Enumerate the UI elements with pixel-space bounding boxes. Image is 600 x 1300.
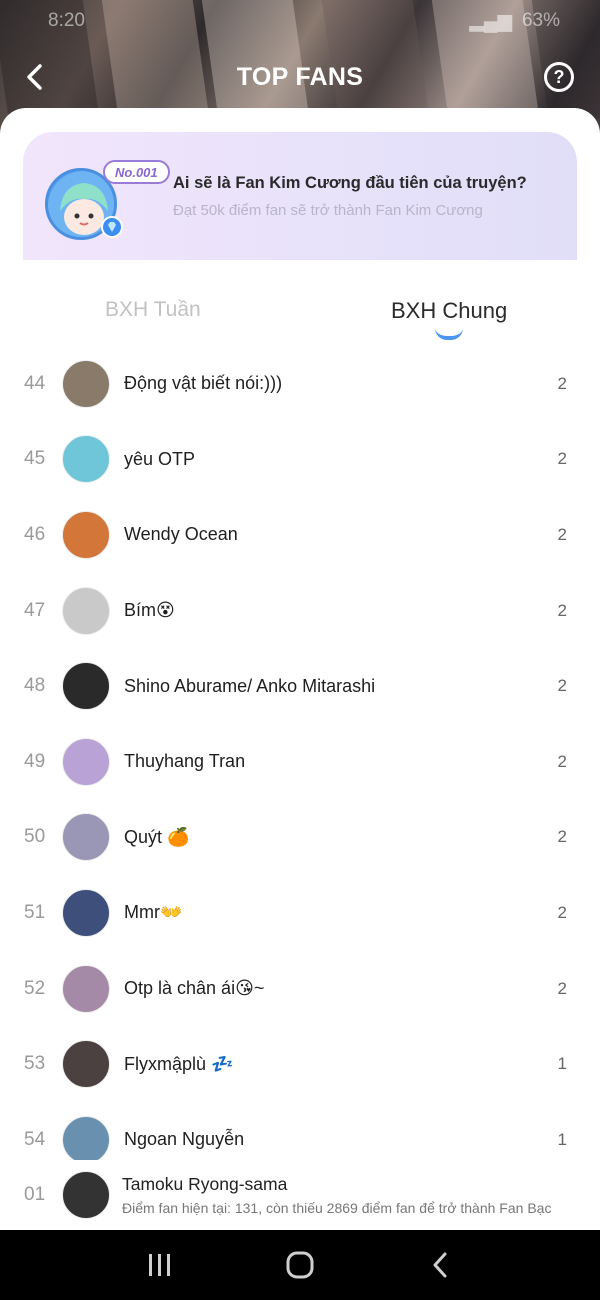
fan-rank: 52 [24,977,46,999]
content-sheet: No.001 Ai sẽ là Fan Kim Cương đầu tiên c… [0,108,600,1230]
diamond-icon [101,216,123,238]
tab-overall[interactable]: BXH Chung [391,298,507,324]
help-icon[interactable]: ? [544,62,574,92]
avatar[interactable] [62,359,110,408]
fan-score: 2 [557,751,567,771]
banner-subtitle: Đạt 50k điểm fan sẽ trở thành Fan Kim Cư… [173,202,483,219]
avatar[interactable] [62,888,110,937]
fan-name: Otp là chân ái😘~ [124,978,265,999]
fan-rank: 53 [24,1053,46,1075]
fan-name: Mmr👐 [124,902,183,923]
rank-badge: No.001 [103,160,170,184]
fan-name: Động vật biết nói:))) [124,373,283,394]
diamond-fan-banner: No.001 Ai sẽ là Fan Kim Cương đầu tiên c… [23,132,577,260]
avatar[interactable] [62,510,110,559]
back-arrow-icon[interactable] [18,60,52,94]
list-item[interactable]: 46 Wendy Ocean 2 [0,497,600,573]
signal-icon: ▂▄▆ [469,10,512,32]
fan-name: Quýt 🍊 [124,826,190,847]
ranking-tabs: BXH Tuần BXH Chung [0,290,600,350]
list-item[interactable]: 45 yêu OTP 2 [0,422,600,498]
fan-rank: 50 [24,826,46,848]
list-item[interactable]: 51 Mmr👐 2 [0,875,600,951]
my-info: Tamoku Ryong-sama Điểm fan hiện tại: 131… [122,1174,551,1216]
fan-rank: 51 [24,901,46,923]
list-item[interactable]: 47 Bím😵 2 [0,573,600,649]
fan-rank: 46 [24,523,46,545]
fan-score: 2 [557,902,567,922]
list-item[interactable]: 50 Quýt 🍊 2 [0,800,600,876]
status-time: 8:20 [48,10,85,31]
fan-name: Thuyhang Tran [124,751,246,772]
tab-weekly[interactable]: BXH Tuần [105,298,201,322]
fan-score: 1 [557,1129,567,1149]
list-item[interactable]: 44 Động vật biết nói:))) 2 [0,346,600,422]
avatar[interactable] [62,1040,110,1089]
fan-score: 2 [557,978,567,998]
avatar[interactable] [62,435,110,484]
my-rank-row[interactable]: 01 Tamoku Ryong-sama Điểm fan hiện tại: … [0,1160,600,1230]
fan-name: Wendy Ocean [124,524,238,545]
system-nav-bar [0,1230,600,1300]
avatar[interactable] [62,1171,110,1219]
fan-name: Shino Aburame/ Anko Mitarashi [124,675,376,696]
fan-score: 2 [557,524,567,544]
fan-score: 1 [557,1054,567,1074]
page-title: TOP FANS [236,62,364,91]
banner-title: Ai sẽ là Fan Kim Cương đầu tiên của truy… [173,174,527,192]
my-progress-text: Điểm fan hiện tại: 131, còn thiếu 2869 đ… [122,1200,552,1216]
status-bar: 8:20 ▂▄▆ 63% [0,6,600,36]
fan-name: Bím😵 [124,600,175,621]
fan-rank: 54 [24,1128,46,1150]
home-icon[interactable] [270,1240,330,1290]
list-item[interactable]: 52 Otp là chân ái😘~ 2 [0,951,600,1027]
fan-name: yêu OTP [124,448,196,469]
fan-name: Flyxmậplù 💤 [124,1053,234,1074]
list-item[interactable]: 48 Shino Aburame/ Anko Mitarashi 2 [0,648,600,724]
avatar[interactable] [62,964,110,1013]
fan-rank: 48 [24,675,46,697]
back-nav-icon[interactable] [410,1240,470,1290]
list-item[interactable]: 49 Thuyhang Tran 2 [0,724,600,800]
tab-active-indicator [435,328,463,340]
fan-rank: 49 [24,750,46,772]
my-rank: 01 [24,1184,46,1205]
avatar[interactable] [62,737,110,786]
fan-rank: 44 [24,372,46,394]
top-nav: TOP FANS ? [0,52,600,102]
my-name: Tamoku Ryong-sama [122,1174,288,1194]
avatar[interactable] [62,813,110,862]
recents-icon[interactable] [130,1240,190,1290]
list-item[interactable]: 53 Flyxmậplù 💤 1 [0,1026,600,1102]
fan-score: 2 [557,827,567,847]
fan-score: 2 [557,373,567,393]
fan-score: 2 [557,600,567,620]
avatar[interactable] [62,586,110,635]
fan-score: 2 [557,676,567,696]
fan-list[interactable]: 44 Động vật biết nói:))) 2 45 yêu OTP 2 … [0,346,600,1178]
avatar[interactable] [62,1115,110,1164]
avatar[interactable] [62,662,110,711]
fan-rank: 47 [24,599,46,621]
battery-level: 63% [521,10,560,31]
fan-rank: 45 [24,448,46,470]
fan-score: 2 [557,449,567,469]
fan-name: Ngoan Nguyễn [124,1129,245,1150]
